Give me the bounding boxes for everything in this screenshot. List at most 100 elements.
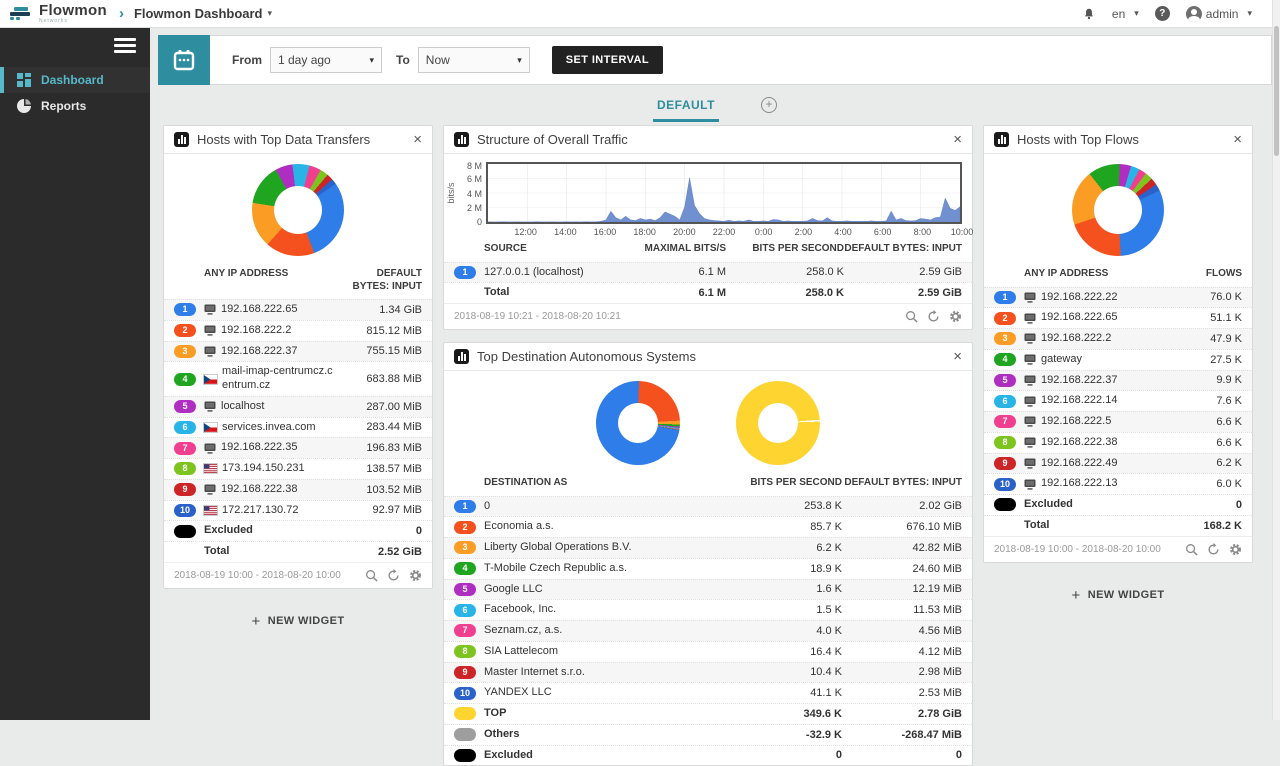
rank-badge: 4	[994, 353, 1016, 366]
row-value: 287.00 MiB	[338, 401, 422, 413]
row-value: 0	[338, 525, 422, 537]
table-row: 1192.168.222.2276.0 K	[984, 287, 1252, 308]
user-menu[interactable]: admin ▾	[1186, 6, 1252, 22]
monitor-icon	[204, 346, 216, 357]
row-value: 2.53 MiB	[842, 687, 962, 699]
refresh-icon[interactable]	[927, 310, 940, 323]
area-chart-plot[interactable]	[486, 162, 962, 224]
set-interval-button[interactable]: SET INTERVAL	[552, 46, 663, 74]
x-tick-label: 10:00	[951, 227, 974, 237]
row-label: Facebook, Inc.	[484, 603, 556, 617]
new-widget-button[interactable]: + NEW WIDGET	[983, 587, 1253, 604]
close-icon[interactable]: ×	[1233, 132, 1242, 147]
row-label: 0	[484, 500, 490, 514]
rank-badge: 1	[174, 303, 196, 316]
row-value: 283.44 MiB	[338, 421, 422, 433]
rank-badge: 7	[454, 624, 476, 637]
monitor-icon	[1024, 313, 1036, 324]
rank-badge	[174, 545, 196, 558]
row-value: 258.0 K	[726, 287, 844, 299]
row-value: 2.52 GiB	[338, 546, 422, 558]
gear-icon[interactable]	[1229, 543, 1242, 556]
tab-default[interactable]: DEFAULT	[653, 88, 719, 122]
table-row: 1127.0.0.1 (localhost)6.1 M258.0 K2.59 G…	[444, 262, 972, 283]
rank-badge: 10	[454, 687, 476, 700]
row-label: 192.168.222.65	[1041, 311, 1117, 325]
row-value: 76.0 K	[1158, 291, 1242, 303]
row-label: Others	[484, 728, 519, 742]
row-label: 192.168.222.65	[221, 303, 297, 317]
hamburger-menu-icon[interactable]	[114, 38, 136, 53]
search-icon[interactable]	[365, 569, 378, 582]
x-tick-label: 2:00	[795, 227, 813, 237]
new-widget-button[interactable]: + NEW WIDGET	[163, 613, 433, 630]
donut-hole	[758, 403, 798, 443]
add-tab-button[interactable]: +	[761, 97, 777, 113]
row-value: 0	[1158, 499, 1242, 511]
gear-icon[interactable]	[409, 569, 422, 582]
widget-timestamp: 2018-08-19 10:21 - 2018-08-20 10:21	[454, 311, 621, 322]
widget-chart-icon	[994, 132, 1009, 147]
language-label: en	[1112, 7, 1125, 21]
table-row: 8173.194.150.231138.57 MiB	[164, 458, 432, 479]
main-content: From 1 day ago ▾ To Now ▾ SET INTERVAL D…	[150, 28, 1280, 720]
rank-badge: 9	[174, 483, 196, 496]
table-row: Total 2.52 GiB	[164, 541, 432, 562]
close-icon[interactable]: ×	[413, 132, 422, 147]
table-row: 4gateway27.5 K	[984, 349, 1252, 370]
table-row: 3192.168.222.37755.15 MiB	[164, 341, 432, 362]
row-label: 192.168.222.38	[1041, 436, 1117, 450]
widget-chart-icon	[174, 132, 189, 147]
to-select[interactable]: Now ▾	[418, 47, 530, 73]
language-menu[interactable]: en▾	[1112, 7, 1139, 21]
breadcrumb[interactable]: Flowmon Dashboard	[134, 6, 263, 21]
search-icon[interactable]	[905, 310, 918, 323]
help-icon: ?	[1155, 6, 1170, 21]
row-value: 349.6 K	[722, 708, 842, 720]
row-value: 138.57 MiB	[338, 463, 422, 475]
monitor-icon	[1024, 292, 1036, 303]
breadcrumb-chevron-icon: ›	[119, 5, 124, 22]
table-row: 9192.168.222.496.2 K	[984, 453, 1252, 474]
dashboard-tabs: DEFAULT +	[158, 85, 1272, 125]
monitor-icon	[1024, 479, 1036, 490]
monitor-icon	[1024, 458, 1036, 469]
row-label: Excluded	[484, 749, 533, 763]
table-row: 1 192.168.222.65 1.34 GiB	[164, 299, 432, 320]
calendar-tile[interactable]	[158, 35, 210, 85]
rank-badge: 6	[994, 395, 1016, 408]
row-label: 192.168.222.37	[221, 345, 297, 359]
close-icon[interactable]: ×	[953, 132, 962, 147]
from-select[interactable]: 1 day ago ▾	[270, 47, 382, 73]
refresh-icon[interactable]	[1207, 543, 1220, 556]
help-button[interactable]: ?	[1155, 6, 1170, 21]
row-value: 0	[842, 749, 962, 761]
sidebar-item-dashboard[interactable]: Dashboard	[0, 67, 150, 93]
table-row: 4T-Mobile Czech Republic a.s.18.9 K24.60…	[444, 558, 972, 579]
row-value: 103.52 MiB	[338, 484, 422, 496]
row-value: 18.9 K	[722, 563, 842, 575]
page-scrollbar[interactable]	[1272, 0, 1280, 720]
close-icon[interactable]: ×	[953, 349, 962, 364]
table-row: 3Liberty Global Operations B.V.6.2 K42.8…	[444, 537, 972, 558]
table-row: Excluded0	[984, 494, 1252, 515]
row-label: 192.168.222.49	[1041, 457, 1117, 471]
x-tick-label: 20:00	[673, 227, 696, 237]
scrollbar-thumb[interactable]	[1274, 26, 1279, 156]
breadcrumb-caret-icon[interactable]: ▾	[268, 8, 273, 19]
gear-icon[interactable]	[949, 310, 962, 323]
donut-hole	[1094, 186, 1142, 234]
row-value: 1.34 GiB	[338, 304, 422, 316]
sidebar-item-reports[interactable]: Reports	[0, 93, 150, 119]
x-tick-label: 14:00	[554, 227, 577, 237]
table-header: ANY IP ADDRESS FLOWS	[984, 264, 1252, 287]
sidebar-item-label: Reports	[41, 99, 86, 113]
notifications-button[interactable]	[1082, 7, 1096, 21]
search-icon[interactable]	[1185, 543, 1198, 556]
x-tick-label: 22:00	[713, 227, 736, 237]
refresh-icon[interactable]	[387, 569, 400, 582]
row-value: 6.2 K	[1158, 457, 1242, 469]
row-label: Total	[204, 545, 229, 559]
donut-chart	[1072, 164, 1164, 256]
table-row: 3192.168.222.247.9 K	[984, 328, 1252, 349]
